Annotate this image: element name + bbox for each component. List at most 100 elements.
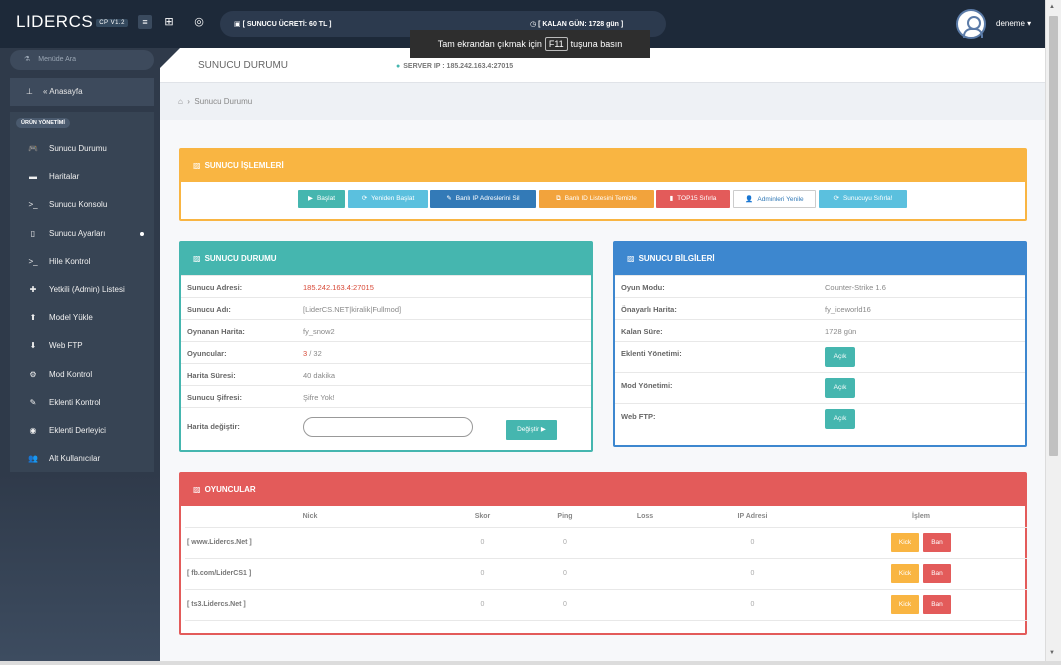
- player-ip: 0: [690, 558, 815, 590]
- sidebar-item-label: Model Yükle: [49, 313, 93, 323]
- column-header[interactable]: Skor: [435, 506, 530, 528]
- status-password-value: Şifre Yok!: [303, 393, 335, 402]
- sidebar-item-3[interactable]: ▯ Sunucu Ayarları: [10, 223, 154, 245]
- start-button[interactable]: ▶ Başlat: [298, 190, 345, 208]
- sidebar-item-label: Hile Kontrol: [49, 256, 91, 266]
- server-status-panel: ▨ SUNUCU DURUMU Sunucu Adresi: 185.242.163…: [179, 241, 593, 452]
- reset-server-button[interactable]: ⟳ Sunucuyu Sıfırla!: [819, 190, 907, 208]
- fullscreen-tip-post: tuşuna basın: [570, 39, 623, 49]
- players-panel: ▨ OYUNCULAR Nick Skor Ping Loss IP Adresi İşle…: [179, 472, 1027, 635]
- scroll-down-icon[interactable]: ▼: [1049, 650, 1055, 656]
- avatar[interactable]: [956, 9, 986, 39]
- sidebar-item-2[interactable]: >_ Sunucu Konsolu: [10, 194, 154, 216]
- sidebar-item-label: Eklenti Derleyici: [49, 426, 106, 435]
- button-label: Banlı IP Adreslerini Sil: [455, 195, 520, 202]
- sidebar-item-7[interactable]: ⬇ Web FTP: [10, 335, 154, 357]
- ban-button[interactable]: Ban: [923, 595, 951, 614]
- clear-banned-id-button[interactable]: ⧉ Banlı ID Listesini Temizle: [539, 190, 654, 208]
- column-header[interactable]: Ping: [530, 506, 600, 528]
- kick-button[interactable]: Kick: [891, 533, 919, 552]
- player-loss: [600, 558, 690, 590]
- info-row-default-map: Önayarlı Harita: fy_iceworld16: [615, 297, 1025, 319]
- button-label: Adminleri Yenile: [757, 196, 804, 203]
- table-row: [ www.Lidercs.Net ] 0 0 0 Kick Ban: [185, 527, 1027, 559]
- ban-button[interactable]: Ban: [923, 533, 951, 552]
- sidebar-item-6[interactable]: ⬆ Model Yükle: [10, 307, 154, 329]
- refresh-admins-button[interactable]: 👤 Adminleri Yenile: [733, 190, 816, 208]
- column-header[interactable]: IP Adresi: [690, 506, 815, 528]
- info-ftp-label: Web FTP:: [621, 412, 656, 421]
- table-row: [ ts3.Lidercs.Net ] 0 0 0 Kick Ban: [185, 589, 1027, 621]
- plugins-open-button[interactable]: Açık: [825, 347, 855, 367]
- clear-banned-ip-button[interactable]: ✎ Banlı IP Adreslerini Sil: [430, 190, 536, 208]
- status-players-max: / 32: [307, 349, 322, 358]
- brand-name: LIDERCS: [16, 12, 94, 31]
- sidebar-item-5[interactable]: ✚ Yetkili (Admin) Listesi: [10, 279, 154, 301]
- sidebar-item-label: Yetkili (Admin) Listesi: [49, 285, 125, 294]
- scroll-up-icon[interactable]: ▲: [1049, 4, 1055, 10]
- operations-panel-header: ▨ SUNUCU İŞLEMLERİ: [181, 150, 1025, 182]
- sidebar-section-label: ÜRÜN YÖNETİMİ: [16, 118, 70, 128]
- sidebar-item-0[interactable]: 🎮 Sunucu Durumu: [10, 138, 154, 160]
- sitemap-icon[interactable]: ⊞: [162, 15, 176, 29]
- info-row-ftp: Web FTP: Açık: [615, 403, 1025, 434]
- status-map-value: fy_snow2: [303, 327, 335, 336]
- sidebar-item-9[interactable]: ✎ Eklenti Kontrol: [10, 392, 154, 414]
- status-map-label: Oynanan Harita:: [187, 327, 245, 336]
- server-fee-text: [ SUNUCU ÜCRETİ: 60 TL ]: [242, 21, 332, 28]
- menu-toggle-icon[interactable]: ≡: [138, 15, 152, 29]
- sidebar-item-1[interactable]: ▬ Haritalar: [10, 166, 154, 188]
- fullscreen-tooltip: Tam ekrandan çıkmak için F11 tuşuna basın: [410, 30, 650, 58]
- ftp-open-button[interactable]: Açık: [825, 409, 855, 429]
- sidebar-item-label: Sunucu Konsolu: [49, 200, 108, 210]
- kick-button[interactable]: Kick: [891, 595, 919, 614]
- horizontal-scrollbar[interactable]: [0, 661, 1061, 665]
- server-info-title: SUNUCU BİLGİLERİ: [638, 254, 715, 263]
- support-icon[interactable]: ◎: [192, 15, 206, 29]
- brand-version: CP V1.2: [96, 18, 128, 27]
- button-icon: ▶: [307, 195, 313, 202]
- scrollbar-thumb[interactable]: [1049, 16, 1058, 456]
- sidebar-item-label: Mod Kontrol: [49, 369, 93, 379]
- username[interactable]: deneme ▾: [996, 19, 1031, 28]
- column-header[interactable]: Loss: [600, 506, 690, 528]
- sidebar-item-10[interactable]: ◉ Eklenti Derleyici: [10, 420, 154, 442]
- player-actions: Kick Ban: [815, 589, 1027, 621]
- change-map-button[interactable]: Değiştir ▶: [506, 420, 557, 440]
- sidebar-item-4[interactable]: >_ Hile Kontrol: [10, 251, 154, 273]
- status-row-address: Sunucu Adresi: 185.242.163.4:27015: [181, 275, 591, 297]
- info-row-remaining: Kalan Süre: 1728 gün: [615, 319, 1025, 341]
- info-default-map-value: fy_iceworld16: [825, 305, 871, 314]
- sidebar-item-home[interactable]: ⊥ « Anasayfa: [10, 78, 154, 106]
- column-header[interactable]: Nick: [185, 506, 435, 528]
- button-icon: 👤: [745, 196, 754, 203]
- column-header[interactable]: İşlem: [815, 506, 1027, 528]
- kick-button[interactable]: Kick: [891, 564, 919, 583]
- menu-search[interactable]: ⚗ Menüde Ara: [10, 50, 154, 70]
- mods-open-button[interactable]: Açık: [825, 378, 855, 398]
- home-icon[interactable]: ⌂: [178, 97, 183, 106]
- player-nick: [ www.Lidercs.Net ]: [185, 527, 435, 559]
- change-map-label: Harita değiştir:: [187, 422, 240, 431]
- operations-panel: ▨ SUNUCU İŞLEMLERİ ▶ Başlat ⟳ Yeniden Başlat…: [179, 148, 1027, 221]
- status-row-duration: Harita Süresi: 40 dakika: [181, 363, 591, 385]
- reset-top15-button[interactable]: ▮ TOP15 Sıfırla: [656, 190, 730, 208]
- brand-logo[interactable]: LIDERCS CP V1.2: [16, 12, 128, 32]
- button-label: Banlı ID Listesini Temizle: [564, 195, 637, 202]
- button-icon: ✎: [446, 195, 452, 202]
- status-name-value: [LiderCS.NET|kiralik|Fullmod]: [303, 305, 402, 314]
- sidebar-home-label: « Anasayfa: [42, 87, 83, 96]
- sidebar-item-8[interactable]: ⚙ Mod Kontrol: [10, 364, 154, 386]
- fullscreen-key: F11: [544, 37, 568, 51]
- button-icon: ⧉: [556, 195, 561, 202]
- days-left-text: [ KALAN GÜN: 1728 gün ]: [538, 21, 624, 28]
- player-score: 0: [435, 527, 530, 559]
- sidebar-item-11[interactable]: 👥 Alt Kullanıcılar: [10, 448, 154, 470]
- ban-button[interactable]: Ban: [923, 564, 951, 583]
- restart-button[interactable]: ⟳ Yeniden Başlat: [348, 190, 428, 208]
- status-address-value: 185.242.163.4:27015: [303, 283, 374, 292]
- player-loss: [600, 527, 690, 559]
- vertical-scrollbar[interactable]: ▲ ▼: [1045, 0, 1061, 661]
- change-map-input[interactable]: [303, 417, 473, 437]
- gamepad-icon: 🎮: [28, 144, 38, 153]
